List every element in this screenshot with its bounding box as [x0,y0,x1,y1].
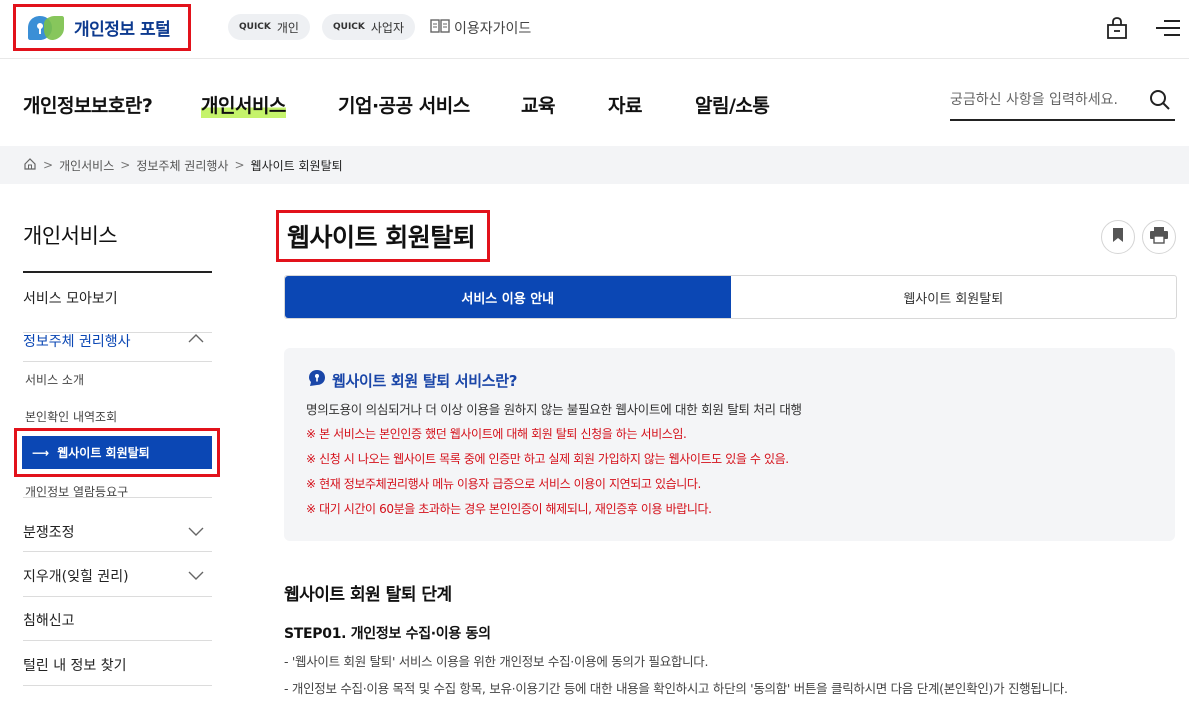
lock-icon[interactable] [1106,16,1128,44]
logo-text: 개인정보 포털 [74,20,171,40]
breadcrumb-separator: > [43,158,54,172]
logo-mark-icon [24,14,66,42]
sidebar-item-rights[interactable]: 정보주체 권리행사 [23,331,212,362]
sidebar-item-report[interactable]: 침해신고 [23,597,212,641]
sidebar-sub-identity-history[interactable]: 본인확인 내역조회 [25,408,117,425]
quick-label: QUICK [333,22,365,32]
sidebar-sub-withdrawal[interactable]: ⟶ 웹사이트 회원탈퇴 [22,436,212,469]
sidebar-sub-label: 웹사이트 회원탈퇴 [57,446,150,460]
search-input[interactable] [950,83,1135,117]
menu-icon[interactable] [1156,19,1180,41]
sidebar-divider [23,271,212,273]
sidebar-title: 개인서비스 [23,224,118,248]
page-title: 웹사이트 회원탈퇴 [276,210,490,262]
chevron-up-icon [188,331,204,347]
gnb-item-personal-service[interactable]: 개인서비스 [201,91,286,118]
sidebar-item-eraser[interactable]: 지우개(잊힐 권리) [23,552,212,597]
tab-service-guide[interactable]: 서비스 이용 안내 [285,276,731,318]
quick-label: QUICK [239,22,271,32]
sidebar-item-label: 지우개(잊힐 권리) [23,569,129,585]
gnb-item-privacy-about[interactable]: 개인정보보호란? [23,91,153,118]
search-icon[interactable] [1149,89,1171,115]
site-logo[interactable]: 개인정보 포털 [13,4,191,51]
gnb-item-notice[interactable]: 알림/소통 [695,91,770,118]
info-note: ※ 대기 시간이 60분을 초과하는 경우 본인인증이 해제되니, 재인증후 이… [306,502,712,516]
gnb-item-resources[interactable]: 자료 [608,91,642,118]
sidebar-item-leaked-info[interactable]: 털린 내 정보 찾기 [23,641,212,686]
info-box: 웹사이트 회원 탈퇴 서비스란? 명의도용이 의심되거나 더 이상 이용을 원하… [284,348,1175,541]
sidebar-item-dispute[interactable]: 분쟁조정 [23,497,212,552]
search-box [950,83,1175,121]
sidebar-item-label: 정보주체 권리행사 [23,334,131,350]
sidebar-item-service-overview[interactable]: 서비스 모아보기 [23,288,212,333]
gnb-item-education[interactable]: 교육 [521,91,555,118]
bookmark-icon [1112,227,1124,247]
bookmark-button[interactable] [1101,220,1135,254]
info-note: ※ 신청 시 나오는 웹사이트 목록 중에 인증만 하고 실제 회원 가입하지 … [306,452,789,466]
sidebar-sub-service-intro[interactable]: 서비스 소개 [25,371,84,388]
breadcrumb-item-rights[interactable]: 정보주체 권리행사 [136,157,228,174]
print-button[interactable] [1142,220,1176,254]
sidebar-item-label: 털린 내 정보 찾기 [23,658,127,674]
book-icon [430,19,454,37]
info-description: 명의도용이 의심되거나 더 이상 이용을 원하지 않는 불필요한 웹사이트에 대… [306,402,802,417]
breadcrumb-separator: > [120,158,131,172]
sidebar-sub-withdrawal-highlight: ⟶ 웹사이트 회원탈퇴 [14,428,220,477]
breadcrumb: > 개인서비스 > 정보주체 권리행사 > 웹사이트 회원탈퇴 [0,146,1189,184]
info-note: ※ 현재 정보주체권리행사 메뉴 이용자 급증으로 서비스 이용이 지연되고 있… [306,477,701,491]
top-bar: 개인정보 포털 QUICK 개인 QUICK 사업자 이용자가이드 [0,0,1189,58]
sidebar-item-label: 서비스 모아보기 [23,291,118,307]
info-heading: 웹사이트 회원 탈퇴 서비스란? [308,369,517,391]
quick-business-button[interactable]: QUICK 사업자 [322,14,416,40]
breadcrumb-separator: > [234,158,245,172]
tab-website-withdrawal[interactable]: 웹사이트 회원탈퇴 [731,276,1177,318]
print-icon [1149,226,1169,248]
user-guide-link[interactable]: 이용자가이드 [430,18,531,38]
steps-heading: 웹사이트 회원 탈퇴 단계 [284,585,452,605]
info-note: ※ 본 서비스는 본인인증 했던 웹사이트에 대해 회원 탈퇴 신청을 하는 서… [306,427,687,441]
content-tabs: 서비스 이용 안내 웹사이트 회원탈퇴 [284,275,1177,319]
quick-business-label: 사업자 [370,20,405,35]
sidebar-item-label: 분쟁조정 [23,525,75,541]
global-nav: 개인정보보호란? 개인서비스 기업·공공 서비스 교육 자료 알림/소통 [0,58,1189,146]
step1-title: STEP01. 개인정보 수집·이용 동의 [284,626,491,642]
quick-personal-label: 개인 [276,20,299,35]
step1-line: - '웹사이트 회원 탈퇴' 서비스 이용을 위한 개인정보 수집·이용에 동의… [284,654,709,669]
chevron-down-icon [188,569,204,585]
gnb-item-enterprise-service[interactable]: 기업·공공 서비스 [338,91,470,118]
chevron-down-icon [188,525,204,541]
info-heading-text: 웹사이트 회원 탈퇴 서비스란? [332,371,518,390]
arrow-right-icon: ⟶ [32,445,50,460]
quick-personal-button[interactable]: QUICK 개인 [228,14,310,40]
breadcrumb-item-personal-service[interactable]: 개인서비스 [59,157,114,174]
sidebar-item-label: 침해신고 [23,613,75,629]
breadcrumb-item-current: 웹사이트 회원탈퇴 [250,158,343,173]
user-guide-label: 이용자가이드 [454,21,532,37]
home-icon[interactable] [23,157,37,174]
speech-bubble-icon [308,369,326,391]
step1-line: - 개인정보 수집·이용 목적 및 수집 항목, 보유·이용기간 등에 대한 내… [284,681,1068,696]
